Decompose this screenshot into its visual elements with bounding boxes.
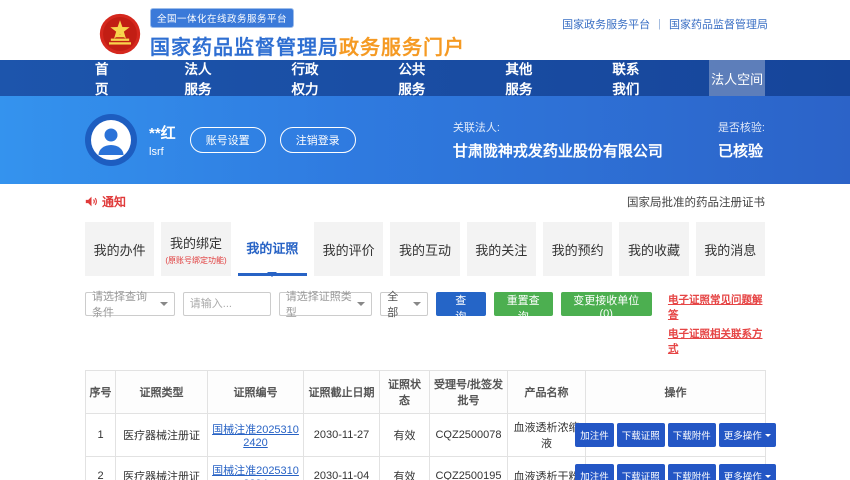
header-cert-type: 证照类型	[116, 371, 208, 414]
top-links-divider: |	[658, 18, 661, 30]
tab-my-evaluations[interactable]: 我的评价	[314, 222, 383, 276]
reset-button[interactable]: 重置查询	[494, 292, 553, 316]
verify-value: 已核验	[718, 140, 765, 161]
cell-product: 血液透析浓缩液	[508, 414, 586, 457]
link-nmpa[interactable]: 国家药品监督管理局	[669, 16, 768, 32]
tab-my-appointments[interactable]: 我的预约	[543, 222, 612, 276]
header-expiry: 证照截止日期	[304, 371, 380, 414]
tab-my-certificates[interactable]: 我的证照	[238, 222, 307, 276]
verify-label: 是否核验:	[718, 119, 765, 135]
nav-item-public-services[interactable]: 公共服务	[388, 58, 443, 98]
link-gov-service-platform[interactable]: 国家政务服务平台	[562, 16, 650, 32]
logout-button[interactable]: 注销登录	[280, 127, 356, 153]
tab-my-interactions[interactable]: 我的互动	[390, 222, 459, 276]
query-condition-select[interactable]: 请选择查询条件	[85, 292, 175, 316]
tab-my-follows[interactable]: 我的关注	[467, 222, 536, 276]
cell-product: 血液透析干粉	[508, 457, 586, 480]
notice-toggle[interactable]: 通知	[85, 193, 126, 210]
speaker-icon	[85, 195, 98, 208]
cell-expiry: 2030-11-27	[304, 414, 380, 457]
header-acceptance-no: 受理号/批签发批号	[430, 371, 508, 414]
chevron-down-icon	[765, 434, 771, 440]
cell-status: 有效	[380, 457, 430, 480]
scope-select[interactable]: 全部	[380, 292, 427, 316]
legal-person-value: 甘肃陇神戎发药业股份有限公司	[453, 140, 663, 161]
site-title: 国家药品监督管理局政务服务门户	[150, 31, 465, 60]
cert-contact-link[interactable]: 电子证照相关联系方式	[668, 326, 765, 356]
annotate-button[interactable]: 加注件	[575, 464, 614, 480]
download-cert-button[interactable]: 下载证照	[617, 423, 665, 447]
nav-item-legal-person-space[interactable]: 法人空间	[709, 60, 765, 96]
more-actions-button[interactable]: 更多操作	[719, 423, 776, 447]
account-settings-button[interactable]: 账号设置	[190, 127, 266, 153]
help-links: 电子证照常见问题解答 电子证照相关联系方式	[668, 292, 765, 356]
download-attachment-button[interactable]: 下载附件	[668, 464, 716, 480]
download-attachment-button[interactable]: 下载附件	[668, 423, 716, 447]
username: **红	[149, 122, 176, 143]
user-banner: **红 lsrf 账号设置 注销登录 关联法人: 甘肃陇神戎发药业股份有限公司 …	[0, 96, 850, 184]
top-links: 国家政务服务平台 | 国家药品监督管理局	[562, 16, 768, 32]
nav-item-contact-us[interactable]: 联系我们	[602, 58, 657, 98]
cert-type-select[interactable]: 请选择证照类型	[279, 292, 372, 316]
certificates-table: 序号 证照类型 证照编号 证照截止日期 证照状态 受理号/批签发批号 产品名称 …	[85, 370, 766, 480]
tab-my-favorites[interactable]: 我的收藏	[619, 222, 688, 276]
notice-row: 通知 国家局批准的药品注册证书	[85, 193, 765, 210]
filter-row: 请选择查询条件 请选择证照类型 全部 查询 重置查询 变更接收单位(0) 电子证…	[85, 292, 765, 356]
header-index: 序号	[86, 371, 116, 414]
cell-acceptance-no: CQZ2500195	[430, 457, 508, 480]
cert-faq-link[interactable]: 电子证照常见问题解答	[668, 292, 765, 322]
nav-item-home[interactable]: 首页	[85, 58, 122, 98]
download-cert-button[interactable]: 下载证照	[617, 464, 665, 480]
chevron-down-icon	[413, 302, 421, 310]
cert-number-link[interactable]: 国械注准20253102420	[212, 424, 299, 449]
change-receiver-button[interactable]: 变更接收单位(0)	[561, 292, 652, 316]
site-title-agency: 国家药品监督管理局	[150, 37, 339, 59]
tab-my-binding-sublabel: (原账号绑定功能)	[165, 255, 226, 266]
tab-my-binding[interactable]: 我的绑定 (原账号绑定功能)	[161, 222, 230, 276]
user-info: **红 lsrf	[149, 122, 176, 158]
cell-index: 2	[86, 457, 116, 480]
cell-cert-type: 医疗器械注册证	[116, 414, 208, 457]
avatar[interactable]	[85, 114, 137, 166]
notice-link[interactable]: 国家局批准的药品注册证书	[627, 194, 765, 210]
nav-item-other-services[interactable]: 其他服务	[495, 58, 550, 98]
tab-my-messages[interactable]: 我的消息	[696, 222, 765, 276]
main-content: 通知 国家局批准的药品注册证书 我的办件 我的绑定 (原账号绑定功能) 我的证照…	[85, 193, 765, 480]
legal-person-label: 关联法人:	[453, 119, 663, 135]
header-cert-no: 证照编号	[208, 371, 304, 414]
table-header-row: 序号 证照类型 证照编号 证照截止日期 证照状态 受理号/批签发批号 产品名称 …	[86, 371, 766, 414]
cert-number-link[interactable]: 国械注准20253102294	[212, 465, 299, 480]
nav-item-legal-services[interactable]: 法人服务	[174, 58, 229, 98]
cell-cert-type: 医疗器械注册证	[116, 457, 208, 480]
cell-acceptance-no: CQZ2500078	[430, 414, 508, 457]
header-actions: 操作	[586, 371, 766, 414]
chevron-down-icon	[160, 302, 168, 310]
top-header: 全国一体化在线政务服务平台 国家药品监督管理局政务服务门户 国家政务服务平台 |…	[0, 0, 850, 60]
chevron-down-icon	[357, 302, 365, 310]
main-nav: 首页 法人服务 行政权力 公共服务 其他服务 联系我们 法人空间	[0, 60, 850, 96]
header-status: 证照状态	[380, 371, 430, 414]
tabs-bar: 我的办件 我的绑定 (原账号绑定功能) 我的证照 我的评价 我的互动 我的关注 …	[85, 222, 765, 276]
more-actions-button[interactable]: 更多操作	[719, 464, 776, 480]
national-emblem-icon	[98, 11, 142, 57]
header-product: 产品名称	[508, 371, 586, 414]
table-row: 2 医疗器械注册证 国械注准20253102294 2030-11-04 有效 …	[86, 457, 766, 480]
platform-badge: 全国一体化在线政务服务平台	[150, 8, 294, 28]
site-title-portal: 政务服务门户	[339, 37, 465, 59]
search-button[interactable]: 查询	[436, 292, 486, 316]
tab-my-cases[interactable]: 我的办件	[85, 222, 154, 276]
legal-person-block: 关联法人: 甘肃陇神戎发药业股份有限公司	[453, 119, 663, 161]
username-sub: lsrf	[149, 146, 176, 158]
cell-status: 有效	[380, 414, 430, 457]
cell-index: 1	[86, 414, 116, 457]
annotate-button[interactable]: 加注件	[575, 423, 614, 447]
keyword-input[interactable]	[183, 292, 271, 316]
table-row: 1 医疗器械注册证 国械注准20253102420 2030-11-27 有效 …	[86, 414, 766, 457]
verify-block: 是否核验: 已核验	[718, 119, 765, 161]
chevron-down-icon	[765, 475, 771, 480]
site-brand: 全国一体化在线政务服务平台 国家药品监督管理局政务服务门户	[98, 8, 465, 60]
nav-item-admin-power[interactable]: 行政权力	[281, 58, 336, 98]
cell-expiry: 2030-11-04	[304, 457, 380, 480]
notice-label: 通知	[102, 193, 126, 210]
